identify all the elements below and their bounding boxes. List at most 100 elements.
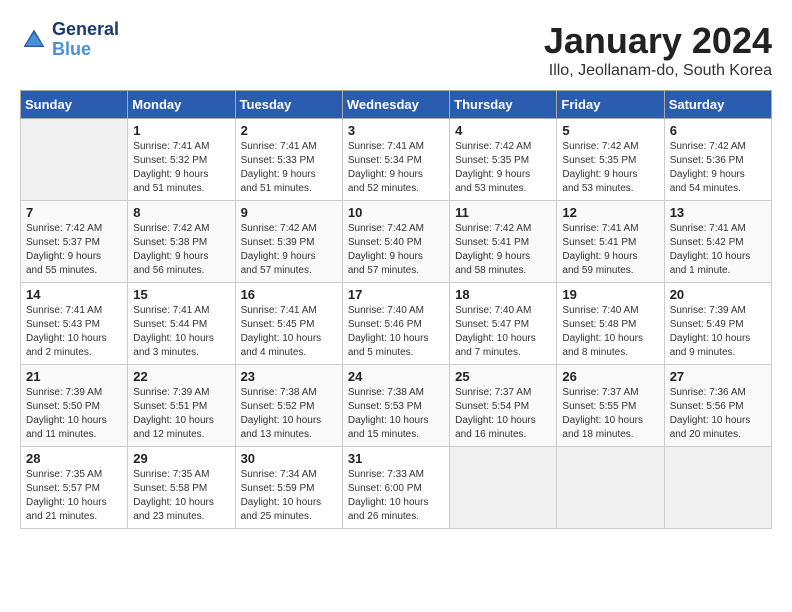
- day-info: Sunrise: 7:42 AM Sunset: 5:35 PM Dayligh…: [455, 140, 551, 196]
- calendar-cell: 10 Sunrise: 7:42 AM Sunset: 5:40 PM Dayli…: [342, 201, 449, 283]
- calendar-cell: [450, 447, 557, 529]
- day-number: 12: [562, 205, 658, 220]
- day-number: 20: [670, 287, 766, 302]
- page-header: General Blue January 2024 Illo, Jeollana…: [20, 20, 772, 80]
- calendar-cell: 14 Sunrise: 7:41 AM Sunset: 5:43 PM Dayli…: [21, 283, 128, 365]
- day-number: 28: [26, 451, 122, 466]
- calendar-cell: 7 Sunrise: 7:42 AM Sunset: 5:37 PM Daylig…: [21, 201, 128, 283]
- day-number: 2: [241, 123, 337, 138]
- day-info: Sunrise: 7:40 AM Sunset: 5:46 PM Dayligh…: [348, 304, 444, 360]
- day-info: Sunrise: 7:34 AM Sunset: 5:59 PM Dayligh…: [241, 468, 337, 524]
- calendar-cell: 9Sunrise: 7:42 AM Sunset: 5:39 PM Daylig…: [235, 201, 342, 283]
- day-number: 11: [455, 205, 551, 220]
- location-subtitle: Illo, Jeollanam-do, South Korea: [544, 62, 772, 80]
- calendar-cell: 29Sunrise: 7:35 AM Sunset: 5:58 PM Dayli…: [128, 447, 235, 529]
- day-number: 24: [348, 369, 444, 384]
- weekday-saturday: Saturday: [664, 91, 771, 119]
- day-info: Sunrise: 7:39 AM Sunset: 5:49 PM Dayligh…: [670, 304, 766, 360]
- calendar-cell: 20 Sunrise: 7:39 AM Sunset: 5:49 PM Dayli…: [664, 283, 771, 365]
- calendar-week-4: 21 Sunrise: 7:39 AM Sunset: 5:50 PM Dayli…: [21, 365, 772, 447]
- day-info: Sunrise: 7:41 AM Sunset: 5:34 PM Dayligh…: [348, 140, 444, 196]
- calendar-cell: 2 Sunrise: 7:41 AM Sunset: 5:33 PM Daylig…: [235, 119, 342, 201]
- day-number: 27: [670, 369, 766, 384]
- calendar-cell: 21 Sunrise: 7:39 AM Sunset: 5:50 PM Dayli…: [21, 365, 128, 447]
- day-info: Sunrise: 7:41 AM Sunset: 5:44 PM Dayligh…: [133, 304, 229, 360]
- day-info: Sunrise: 7:42 AM Sunset: 5:40 PM Dayligh…: [348, 222, 444, 278]
- day-number: 18: [455, 287, 551, 302]
- weekday-sunday: Sunday: [21, 91, 128, 119]
- calendar-cell: 31Sunrise: 7:33 AM Sunset: 6:00 PM Dayli…: [342, 447, 449, 529]
- calendar-cell: 6Sunrise: 7:42 AM Sunset: 5:36 PM Daylig…: [664, 119, 771, 201]
- calendar-table: SundayMondayTuesdayWednesdayThursdayFrid…: [20, 90, 772, 529]
- day-info: Sunrise: 7:42 AM Sunset: 5:36 PM Dayligh…: [670, 140, 766, 196]
- calendar-cell: 24 Sunrise: 7:38 AM Sunset: 5:53 PM Dayli…: [342, 365, 449, 447]
- calendar-cell: 12 Sunrise: 7:41 AM Sunset: 5:41 PM Dayli…: [557, 201, 664, 283]
- day-info: Sunrise: 7:39 AM Sunset: 5:50 PM Dayligh…: [26, 386, 122, 442]
- day-number: 22: [133, 369, 229, 384]
- logo-text: General Blue: [52, 20, 119, 60]
- day-number: 21: [26, 369, 122, 384]
- day-number: 5: [562, 123, 658, 138]
- calendar-week-2: 7 Sunrise: 7:42 AM Sunset: 5:37 PM Daylig…: [21, 201, 772, 283]
- calendar-body: 1 Sunrise: 7:41 AM Sunset: 5:32 PM Daylig…: [21, 119, 772, 529]
- weekday-tuesday: Tuesday: [235, 91, 342, 119]
- calendar-cell: 30 Sunrise: 7:34 AM Sunset: 5:59 PM Dayli…: [235, 447, 342, 529]
- logo: General Blue: [20, 20, 119, 60]
- day-info: Sunrise: 7:41 AM Sunset: 5:41 PM Dayligh…: [562, 222, 658, 278]
- day-number: 13: [670, 205, 766, 220]
- calendar-cell: 5Sunrise: 7:42 AM Sunset: 5:35 PM Daylig…: [557, 119, 664, 201]
- day-number: 16: [241, 287, 337, 302]
- day-info: Sunrise: 7:37 AM Sunset: 5:54 PM Dayligh…: [455, 386, 551, 442]
- day-info: Sunrise: 7:41 AM Sunset: 5:45 PM Dayligh…: [241, 304, 337, 360]
- day-number: 31: [348, 451, 444, 466]
- day-number: 14: [26, 287, 122, 302]
- weekday-wednesday: Wednesday: [342, 91, 449, 119]
- day-number: 17: [348, 287, 444, 302]
- day-number: 23: [241, 369, 337, 384]
- logo-icon: [20, 26, 48, 54]
- day-number: 4: [455, 123, 551, 138]
- calendar-week-1: 1 Sunrise: 7:41 AM Sunset: 5:32 PM Daylig…: [21, 119, 772, 201]
- weekday-friday: Friday: [557, 91, 664, 119]
- month-title: January 2024: [544, 20, 772, 62]
- day-info: Sunrise: 7:38 AM Sunset: 5:52 PM Dayligh…: [241, 386, 337, 442]
- day-info: Sunrise: 7:40 AM Sunset: 5:48 PM Dayligh…: [562, 304, 658, 360]
- calendar-week-5: 28 Sunrise: 7:35 AM Sunset: 5:57 PM Dayli…: [21, 447, 772, 529]
- day-number: 7: [26, 205, 122, 220]
- calendar-cell: 23 Sunrise: 7:38 AM Sunset: 5:52 PM Dayli…: [235, 365, 342, 447]
- day-number: 25: [455, 369, 551, 384]
- calendar-cell: 15 Sunrise: 7:41 AM Sunset: 5:44 PM Dayli…: [128, 283, 235, 365]
- day-number: 29: [133, 451, 229, 466]
- day-number: 9: [241, 205, 337, 220]
- calendar-cell: 8Sunrise: 7:42 AM Sunset: 5:38 PM Daylig…: [128, 201, 235, 283]
- calendar-cell: 11Sunrise: 7:42 AM Sunset: 5:41 PM Dayli…: [450, 201, 557, 283]
- calendar-cell: 25 Sunrise: 7:37 AM Sunset: 5:54 PM Dayli…: [450, 365, 557, 447]
- calendar-cell: 3Sunrise: 7:41 AM Sunset: 5:34 PM Daylig…: [342, 119, 449, 201]
- day-number: 26: [562, 369, 658, 384]
- calendar-cell: 1 Sunrise: 7:41 AM Sunset: 5:32 PM Daylig…: [128, 119, 235, 201]
- day-info: Sunrise: 7:42 AM Sunset: 5:37 PM Dayligh…: [26, 222, 122, 278]
- day-number: 10: [348, 205, 444, 220]
- day-number: 15: [133, 287, 229, 302]
- calendar-cell: 28 Sunrise: 7:35 AM Sunset: 5:57 PM Dayli…: [21, 447, 128, 529]
- day-info: Sunrise: 7:41 AM Sunset: 5:32 PM Dayligh…: [133, 140, 229, 196]
- calendar-cell: 22Sunrise: 7:39 AM Sunset: 5:51 PM Dayli…: [128, 365, 235, 447]
- day-number: 30: [241, 451, 337, 466]
- weekday-thursday: Thursday: [450, 91, 557, 119]
- title-block: January 2024 Illo, Jeollanam-do, South K…: [544, 20, 772, 80]
- day-info: Sunrise: 7:41 AM Sunset: 5:43 PM Dayligh…: [26, 304, 122, 360]
- day-number: 1: [133, 123, 229, 138]
- calendar-cell: [21, 119, 128, 201]
- day-number: 19: [562, 287, 658, 302]
- day-info: Sunrise: 7:41 AM Sunset: 5:33 PM Dayligh…: [241, 140, 337, 196]
- calendar-cell: 16 Sunrise: 7:41 AM Sunset: 5:45 PM Dayli…: [235, 283, 342, 365]
- day-info: Sunrise: 7:37 AM Sunset: 5:55 PM Dayligh…: [562, 386, 658, 442]
- day-info: Sunrise: 7:38 AM Sunset: 5:53 PM Dayligh…: [348, 386, 444, 442]
- calendar-cell: 18Sunrise: 7:40 AM Sunset: 5:47 PM Dayli…: [450, 283, 557, 365]
- calendar-cell: [664, 447, 771, 529]
- calendar-cell: 19 Sunrise: 7:40 AM Sunset: 5:48 PM Dayli…: [557, 283, 664, 365]
- day-info: Sunrise: 7:35 AM Sunset: 5:57 PM Dayligh…: [26, 468, 122, 524]
- calendar-cell: 27Sunrise: 7:36 AM Sunset: 5:56 PM Dayli…: [664, 365, 771, 447]
- calendar-cell: 26 Sunrise: 7:37 AM Sunset: 5:55 PM Dayli…: [557, 365, 664, 447]
- calendar-cell: [557, 447, 664, 529]
